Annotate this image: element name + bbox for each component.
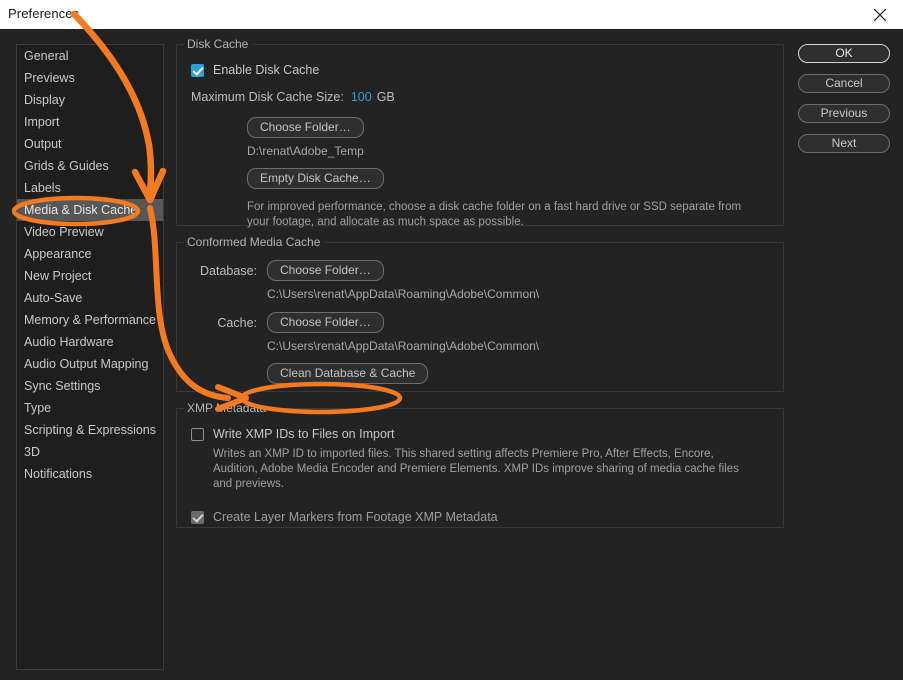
sidebar-item-label: General — [24, 49, 69, 63]
sidebar-item-label: Notifications — [24, 467, 93, 481]
sidebar-item-audio-output-mapping[interactable]: Audio Output Mapping — [17, 353, 163, 375]
cache-choose-folder-button[interactable]: Choose Folder… — [267, 312, 384, 333]
sidebar-item-label: Video Preview — [24, 225, 104, 239]
preferences-category-list[interactable]: General Previews Display Import Output Grids … — [16, 44, 164, 670]
sidebar-item-label: Import — [24, 115, 60, 129]
window-title-bar: Preferences — [0, 0, 903, 30]
max-disk-cache-size-unit: GB — [376, 90, 395, 104]
window-title: Preferences — [8, 6, 80, 21]
max-disk-cache-size-value[interactable]: 100 — [351, 90, 372, 104]
sidebar-item-appearance[interactable]: Appearance — [17, 243, 163, 265]
sidebar-item-labels[interactable]: Labels — [17, 177, 163, 199]
sidebar-item-auto-save[interactable]: Auto-Save — [17, 287, 163, 309]
xmp-metadata-group-label: XMP Metadata — [184, 401, 272, 415]
sidebar-item-label: Media & Disk Cache — [24, 203, 138, 217]
sidebar-item-label: New Project — [24, 269, 92, 283]
disk-cache-group: Disk Cache Enable Disk Cache Maximum Dis… — [176, 37, 784, 228]
sidebar-item-label: Audio Output Mapping — [24, 357, 149, 371]
sidebar-item-display[interactable]: Display — [17, 89, 163, 111]
sidebar-item-label: Appearance — [24, 247, 92, 261]
sidebar-item-label: Output — [24, 137, 62, 151]
sidebar-item-sync-settings[interactable]: Sync Settings — [17, 375, 163, 397]
sidebar-item-video-preview[interactable]: Video Preview — [17, 221, 163, 243]
sidebar-item-general[interactable]: General — [17, 45, 163, 67]
sidebar-item-output[interactable]: Output — [17, 133, 163, 155]
sidebar-item-label: Grids & Guides — [24, 159, 109, 173]
dialog-button-column: OK Cancel Previous Next — [798, 44, 890, 164]
next-button[interactable]: Next — [798, 134, 890, 153]
sidebar-item-memory-performance[interactable]: Memory & Performance — [17, 309, 163, 331]
previous-button[interactable]: Previous — [798, 104, 890, 123]
sidebar-item-3d[interactable]: 3D — [17, 441, 163, 463]
clean-database-cache-row: Clean Database & Cache — [191, 363, 769, 384]
disk-cache-group-label: Disk Cache — [184, 37, 254, 51]
sidebar-item-label: Scripting & Expressions — [24, 423, 157, 437]
disk-cache-choose-folder-button[interactable]: Choose Folder… — [247, 117, 364, 138]
enable-disk-cache-label: Enable Disk Cache — [213, 63, 320, 77]
conformed-media-cache-group-label: Conformed Media Cache — [184, 235, 326, 249]
sidebar-item-label: Type — [24, 401, 52, 415]
sidebar-item-label: Sync Settings — [24, 379, 101, 393]
enable-disk-cache-row[interactable]: Enable Disk Cache — [191, 63, 769, 77]
close-button[interactable] — [857, 0, 903, 29]
sidebar-item-previews[interactable]: Previews — [17, 67, 163, 89]
ok-button[interactable]: OK — [798, 44, 890, 63]
sidebar-item-audio-hardware[interactable]: Audio Hardware — [17, 331, 163, 353]
preferences-dialog: General Previews Display Import Output Grids … — [0, 29, 903, 680]
sidebar-item-scripting-expressions[interactable]: Scripting & Expressions — [17, 419, 163, 441]
write-xmp-ids-description: Writes an XMP ID to imported files. This… — [213, 448, 739, 490]
sidebar-item-new-project[interactable]: New Project — [17, 265, 163, 287]
cancel-button[interactable]: Cancel — [798, 74, 890, 93]
disk-cache-folder-path: D:\renat\Adobe_Temp — [247, 144, 364, 158]
sidebar-item-label: Memory & Performance — [24, 313, 156, 327]
cache-path: C:\Users\renat\AppData\Roaming\Adobe\Com… — [267, 339, 540, 353]
create-layer-markers-label: Create Layer Markers from Footage XMP Me… — [213, 510, 498, 524]
database-choose-folder-button[interactable]: Choose Folder… — [267, 260, 384, 281]
disk-cache-description: For improved performance, choose a disk … — [247, 201, 742, 228]
preferences-main-panel: Disk Cache Enable Disk Cache Maximum Dis… — [176, 37, 784, 544]
clean-database-cache-button[interactable]: Clean Database & Cache — [267, 363, 429, 384]
close-icon — [873, 8, 887, 22]
disk-cache-choose-folder-row: Choose Folder… — [191, 117, 769, 138]
empty-disk-cache-button[interactable]: Empty Disk Cache… — [247, 168, 384, 189]
sidebar-item-notifications[interactable]: Notifications — [17, 463, 163, 485]
enable-disk-cache-checkbox[interactable] — [191, 63, 204, 77]
sidebar-item-media-disk-cache[interactable]: Media & Disk Cache — [17, 199, 163, 221]
empty-disk-cache-row: Empty Disk Cache… — [191, 168, 769, 189]
sidebar-item-label: Audio Hardware — [24, 335, 114, 349]
sidebar-item-label: Labels — [24, 181, 61, 195]
conformed-media-cache-group: Conformed Media Cache Database: Choose F… — [176, 235, 784, 392]
write-xmp-ids-label: Write XMP IDs to Files on Import — [213, 427, 395, 441]
create-layer-markers-row[interactable]: Create Layer Markers from Footage XMP Me… — [191, 510, 769, 524]
sidebar-item-label: Previews — [24, 71, 75, 85]
sidebar-item-grids-guides[interactable]: Grids & Guides — [17, 155, 163, 177]
max-disk-cache-size-row: Maximum Disk Cache Size: 100 GB — [191, 90, 769, 104]
max-disk-cache-size-label: Maximum Disk Cache Size: — [191, 90, 344, 104]
write-xmp-ids-checkbox[interactable] — [191, 427, 204, 441]
sidebar-item-label: 3D — [24, 445, 40, 459]
database-row: Database: Choose Folder… — [191, 260, 769, 281]
cache-row: Cache: Choose Folder… — [191, 312, 769, 333]
create-layer-markers-checkbox[interactable] — [191, 510, 204, 524]
sidebar-item-label: Auto-Save — [24, 291, 83, 305]
sidebar-item-label: Display — [24, 93, 65, 107]
write-xmp-ids-row[interactable]: Write XMP IDs to Files on Import — [191, 427, 769, 441]
database-path: C:\Users\renat\AppData\Roaming\Adobe\Com… — [267, 287, 540, 301]
cache-label: Cache: — [217, 315, 257, 330]
xmp-metadata-group: XMP Metadata Write XMP IDs to Files on I… — [176, 401, 784, 528]
sidebar-item-type[interactable]: Type — [17, 397, 163, 419]
database-label: Database: — [200, 263, 257, 278]
sidebar-item-import[interactable]: Import — [17, 111, 163, 133]
